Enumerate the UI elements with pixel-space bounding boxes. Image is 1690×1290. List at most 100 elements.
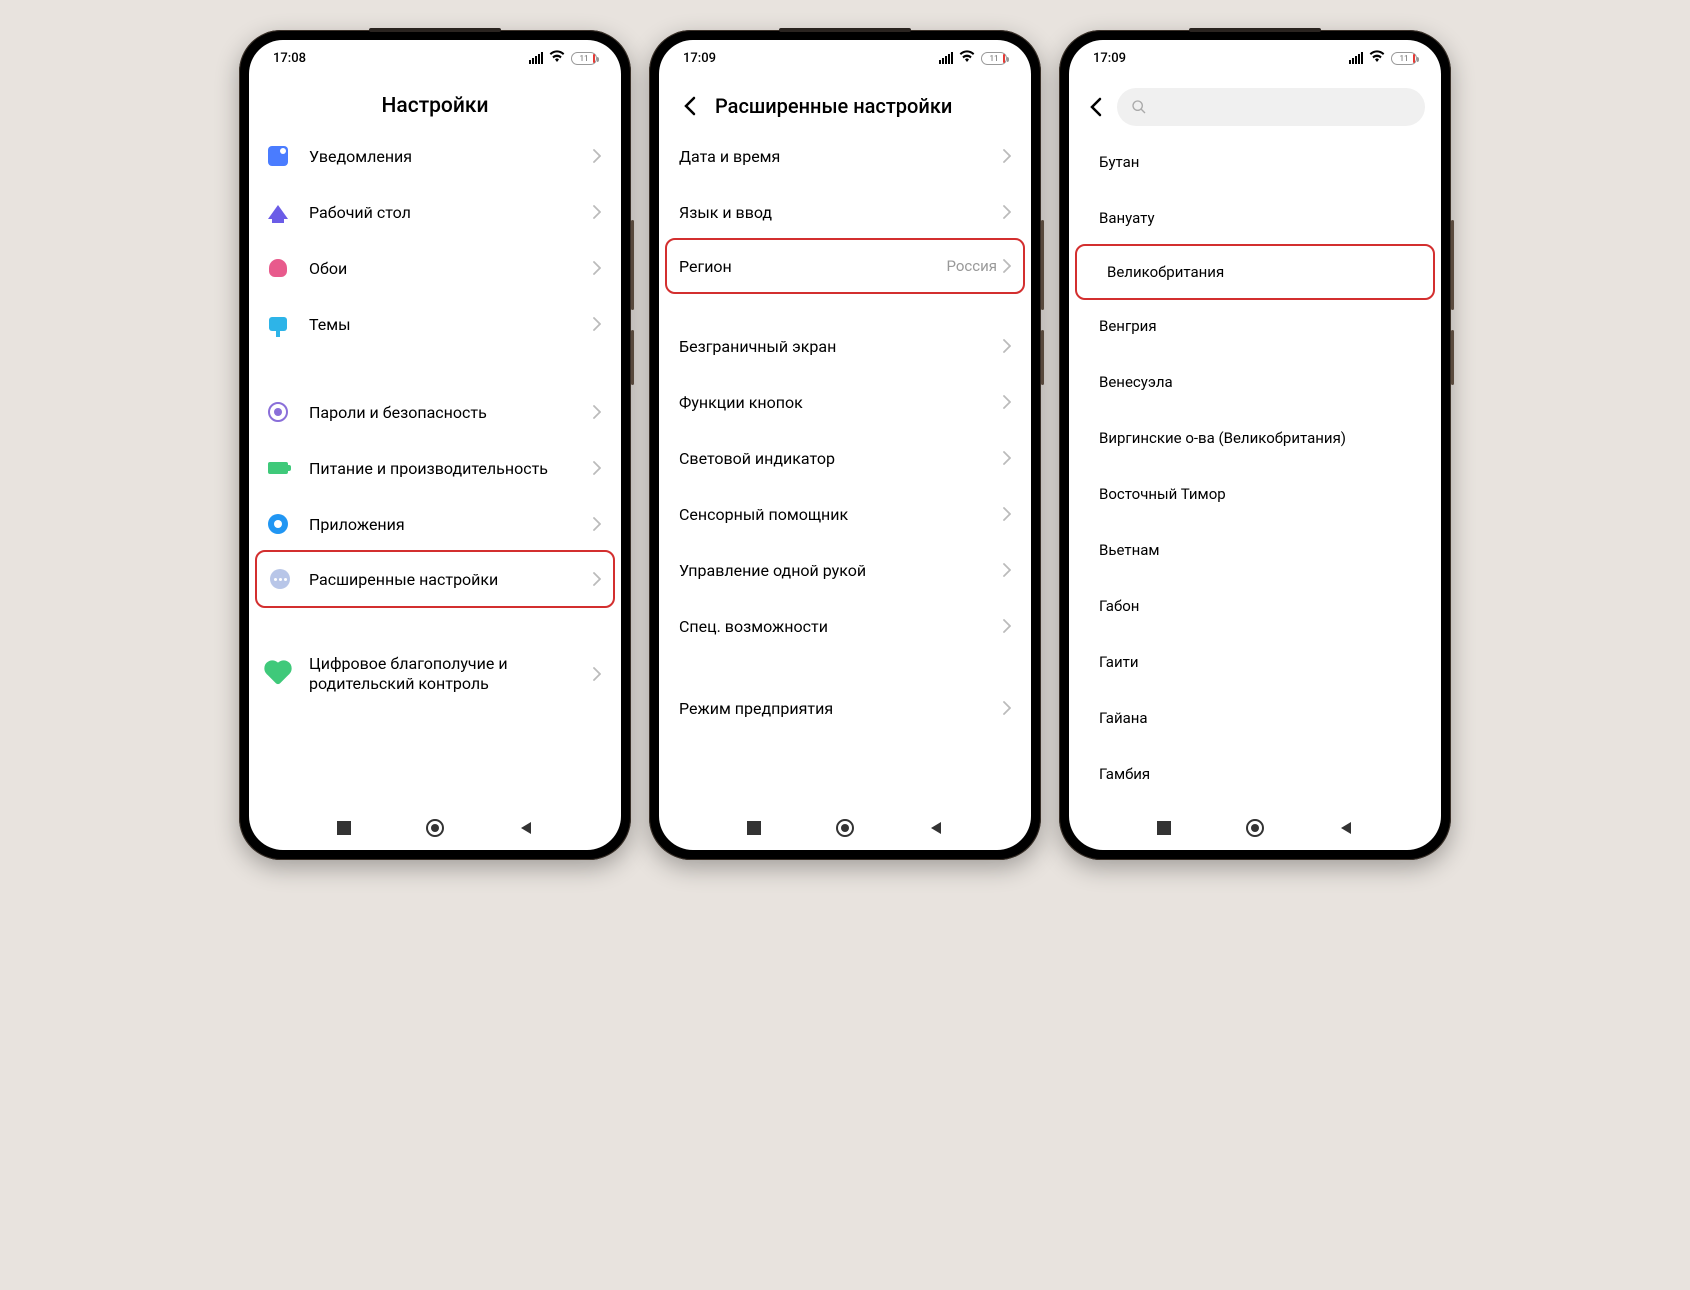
region-label: Гайана (1099, 709, 1411, 727)
nav-home[interactable] (1245, 818, 1265, 838)
search-input[interactable] (1117, 88, 1425, 126)
row-label: Дата и время (679, 147, 1003, 166)
nav-bar (659, 806, 1031, 850)
chevron-right-icon (593, 517, 601, 531)
settings-row[interactable]: Световой индикатор (659, 430, 1031, 486)
chevron-right-icon (593, 205, 601, 219)
signal-icon (939, 52, 953, 64)
row-label: Регион (679, 257, 946, 276)
region-row[interactable]: Гайана (1069, 690, 1441, 746)
region-row[interactable]: Вьетнам (1069, 522, 1441, 578)
chevron-right-icon (1003, 339, 1011, 353)
page-title: Расширенные настройки (715, 94, 952, 118)
back-button[interactable] (679, 95, 701, 117)
settings-row[interactable]: Темы (249, 296, 621, 352)
home-icon (267, 201, 289, 223)
chevron-right-icon (593, 667, 601, 681)
nav-back[interactable] (926, 818, 946, 838)
settings-row[interactable]: Питание и производительность (249, 440, 621, 496)
settings-row[interactable]: Функции кнопок (659, 374, 1031, 430)
region-row[interactable]: Восточный Тимор (1069, 466, 1441, 522)
wifi-icon (959, 50, 975, 66)
chevron-right-icon (593, 149, 601, 163)
region-label: Виргинские о-ва (Великобритания) (1099, 429, 1411, 447)
status-time: 17:08 (273, 51, 306, 66)
tulip-icon (267, 257, 289, 279)
status-bar: 17:09 11 (659, 40, 1031, 76)
gear-icon (267, 513, 289, 535)
row-label: Сенсорный помощник (679, 505, 1003, 524)
settings-row[interactable]: Пароли и безопасность (249, 384, 621, 440)
settings-row[interactable]: Управление одной рукой (659, 542, 1031, 598)
signal-icon (529, 52, 543, 64)
wifi-icon (1369, 50, 1385, 66)
settings-row[interactable]: Безграничный экран (659, 318, 1031, 374)
nav-bar (249, 806, 621, 850)
battery-icon: 11 (571, 52, 597, 65)
wifi-icon (549, 50, 565, 66)
row-label: Обои (309, 259, 573, 278)
settings-row[interactable]: Цифровое благополучие и родительский кон… (249, 638, 621, 710)
region-row[interactable]: Гаити (1069, 634, 1441, 690)
status-time: 17:09 (1093, 51, 1126, 66)
nav-home[interactable] (425, 818, 445, 838)
nav-recent[interactable] (744, 818, 764, 838)
search-icon (1131, 99, 1147, 115)
chevron-right-icon (1003, 259, 1011, 273)
title-bar: Расширенные настройки (659, 76, 1031, 128)
settings-row[interactable]: Приложения (249, 496, 621, 552)
bell-icon (267, 145, 289, 167)
region-row[interactable]: Габон (1069, 578, 1441, 634)
nav-recent[interactable] (334, 818, 354, 838)
settings-row[interactable]: Уведомления (249, 128, 621, 184)
region-label: Гамбия (1099, 765, 1411, 783)
batt-icon (267, 457, 289, 479)
back-button[interactable] (1085, 96, 1107, 118)
chevron-right-icon (593, 261, 601, 275)
settings-row[interactable]: Язык и ввод (659, 184, 1031, 240)
status-time: 17:09 (683, 51, 716, 66)
row-label: Питание и производительность (309, 459, 573, 478)
settings-row[interactable]: Дата и время (659, 128, 1031, 184)
settings-row[interactable]: Режим предприятия (659, 680, 1031, 736)
region-row[interactable]: Великобритания (1075, 244, 1435, 300)
region-label: Бутан (1099, 153, 1411, 171)
settings-row[interactable]: Спец. возможности (659, 598, 1031, 654)
settings-row[interactable]: Обои (249, 240, 621, 296)
region-row[interactable]: Гамбия (1069, 746, 1441, 802)
row-label: Уведомления (309, 147, 573, 166)
nav-back[interactable] (1336, 818, 1356, 838)
row-label: Приложения (309, 515, 573, 534)
dots-icon (269, 568, 291, 590)
settings-row[interactable]: Рабочий стол (249, 184, 621, 240)
region-row[interactable]: Венгрия (1069, 298, 1441, 354)
region-row[interactable]: Венесуэла (1069, 354, 1441, 410)
chevron-right-icon (593, 572, 601, 586)
nav-home[interactable] (835, 818, 855, 838)
settings-row[interactable]: Расширенные настройки (255, 550, 615, 608)
row-label: Пароли и безопасность (309, 403, 573, 422)
chevron-right-icon (1003, 563, 1011, 577)
settings-row[interactable]: РегионРоссия (665, 238, 1025, 294)
region-label: Вануату (1099, 209, 1411, 227)
region-row[interactable]: Бутан (1069, 134, 1441, 190)
nav-recent[interactable] (1154, 818, 1174, 838)
settings-row[interactable]: Сенсорный помощник (659, 486, 1031, 542)
region-row[interactable]: Виргинские о-ва (Великобритания) (1069, 410, 1441, 466)
chevron-right-icon (593, 317, 601, 331)
target-icon (267, 401, 289, 423)
brush-icon (267, 313, 289, 335)
nav-bar (1069, 806, 1441, 850)
status-bar: 17:08 11 (249, 40, 621, 76)
chevron-right-icon (1003, 205, 1011, 219)
row-value: Россия (946, 257, 997, 275)
chevron-right-icon (593, 405, 601, 419)
region-label: Габон (1099, 597, 1411, 615)
region-label: Венесуэла (1099, 373, 1411, 391)
row-label: Темы (309, 315, 573, 334)
row-label: Спец. возможности (679, 617, 1003, 636)
region-row[interactable]: Вануату (1069, 190, 1441, 246)
nav-back[interactable] (516, 818, 536, 838)
row-label: Расширенные настройки (309, 570, 575, 589)
row-label: Рабочий стол (309, 203, 573, 222)
